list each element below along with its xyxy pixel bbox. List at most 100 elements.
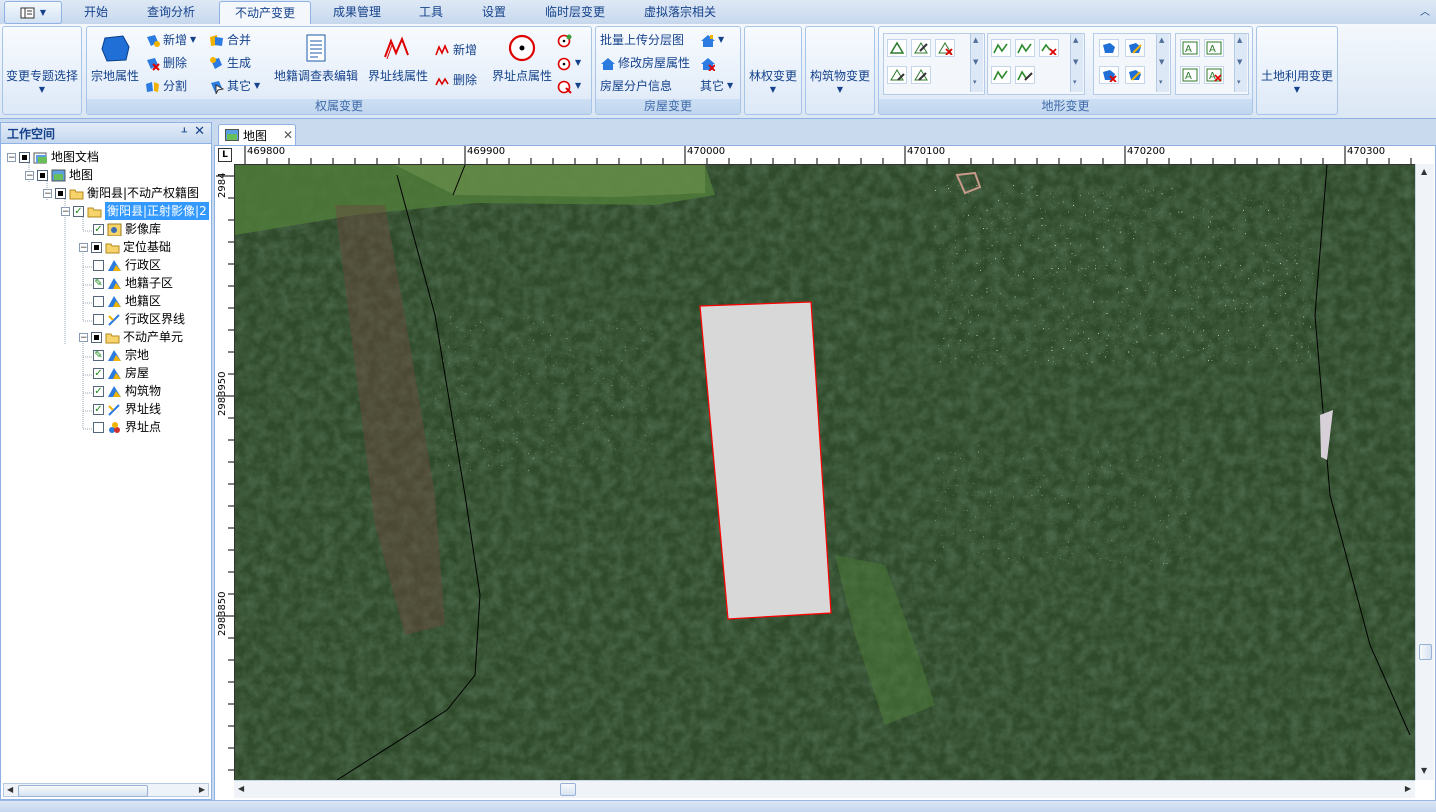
scroll-right-icon[interactable]: ▶	[199, 785, 205, 794]
tree-node-cadastral-subzone[interactable]: ✎ 地籍子区	[93, 274, 173, 292]
house-split-info-button[interactable]: 房屋分户信息	[600, 77, 672, 95]
terrain-point-delete-icon[interactable]	[935, 39, 955, 57]
doc-tab-map[interactable]: 地图 ✕	[218, 124, 296, 145]
tree-node-admin-region[interactable]: 行政区	[93, 256, 161, 274]
collapse-toggle[interactable]: −	[25, 170, 34, 180]
scroll-down-icon[interactable]: ▼	[1421, 766, 1427, 775]
workspace-horizontal-scrollbar[interactable]: ◀ ▶	[3, 783, 209, 797]
scroll-up-icon[interactable]: ▲	[1421, 167, 1427, 176]
tree-checkbox[interactable]	[91, 331, 102, 343]
tree-node-map-document[interactable]: − 地图文档	[7, 148, 99, 166]
tree-node-house[interactable]: ✓ 房屋	[93, 364, 149, 382]
terrain-line-split-icon[interactable]	[991, 66, 1011, 84]
tree-node-cadastral-map[interactable]: − 衡阳县|不动产权籍图	[43, 184, 199, 202]
point-tool-2-button[interactable]: ▼	[557, 54, 581, 72]
forest-change-button[interactable]: 林权变更 ▼	[745, 69, 801, 97]
parcel-split-button[interactable]: 分割	[145, 77, 187, 95]
tree-node-orthophoto[interactable]: − ✓ 衡阳县|正射影像|2	[61, 202, 209, 220]
tree-checkbox[interactable]: ✓	[93, 403, 104, 415]
tree-checkbox[interactable]	[93, 313, 104, 325]
tree-checkbox[interactable]	[37, 169, 48, 181]
land-use-change-button[interactable]: 土地利用变更 ▼	[1257, 69, 1337, 97]
pin-icon[interactable]: ᚆ	[182, 125, 187, 138]
collapse-toggle[interactable]: −	[7, 152, 16, 162]
tree-checkbox[interactable]: ✓	[73, 205, 84, 217]
scroll-left-icon[interactable]: ◀	[238, 784, 244, 793]
survey-table-button[interactable]: 地籍调查表编辑	[273, 33, 359, 83]
ribbon-collapse-icon[interactable]: ︿	[1420, 3, 1430, 18]
tab-start[interactable]: 开始	[70, 1, 122, 23]
parcel-add-button[interactable]: 新增 ▼	[145, 31, 196, 49]
terrain-area-attr-icon[interactable]	[1125, 66, 1145, 84]
gallery-scroll[interactable]: ▲ ▼ ▾	[1156, 34, 1169, 92]
scroll-left-icon[interactable]: ◀	[7, 785, 13, 794]
close-icon[interactable]: ✕	[283, 128, 293, 142]
gallery-scroll[interactable]: ▲ ▼ ▾	[1234, 34, 1247, 92]
annotation-edit-icon[interactable]: A	[1204, 39, 1224, 57]
tree-checkbox[interactable]	[93, 295, 104, 307]
tree-checkbox[interactable]	[19, 151, 30, 163]
tab-tools[interactable]: 工具	[405, 1, 457, 23]
tree-node-boundary-line[interactable]: ✓ 界址线	[93, 400, 161, 418]
tab-results[interactable]: 成果管理	[318, 1, 396, 23]
scroll-thumb[interactable]	[1419, 644, 1432, 660]
map-horizontal-scrollbar[interactable]: ◀ ▶	[234, 780, 1415, 798]
terrain-point-move-icon[interactable]	[911, 66, 931, 84]
tree-checkbox[interactable]	[93, 259, 104, 271]
tree-node-admin-boundary[interactable]: 行政区界线	[93, 310, 185, 328]
house-tool-button[interactable]: ▼	[700, 31, 724, 49]
tree-checkbox[interactable]: ✓	[93, 385, 104, 397]
terrain-point-add-icon[interactable]	[887, 39, 907, 57]
tab-query-analysis[interactable]: 查询分析	[132, 1, 210, 23]
collapse-toggle[interactable]: −	[43, 188, 52, 198]
tab-temp-layer[interactable]: 临时层变更	[530, 1, 620, 23]
collapse-toggle[interactable]: −	[79, 242, 88, 252]
close-icon[interactable]: ✕	[194, 124, 205, 139]
parcel-other-button[interactable]: 其它 ▼	[209, 77, 260, 95]
tree-checkbox[interactable]	[93, 421, 104, 433]
parcel-delete-button[interactable]: 删除	[145, 54, 187, 72]
app-menu-button[interactable]: ▼	[4, 1, 62, 24]
orthophoto-imagery[interactable]	[235, 165, 1415, 780]
tab-realestate-change[interactable]: 不动产变更	[219, 1, 311, 25]
annotation-attr-icon[interactable]: A	[1180, 66, 1200, 84]
tree-node-positioning-base[interactable]: − 定位基础	[79, 238, 171, 256]
point-tool-1-button[interactable]	[557, 31, 572, 49]
terrain-area-add-icon[interactable]	[1099, 39, 1119, 57]
tree-node-parcel[interactable]: ✎ 宗地	[93, 346, 149, 364]
terrain-line-delete-icon[interactable]	[1039, 39, 1059, 57]
line-add-button[interactable]: 新增	[435, 41, 477, 59]
tree-checkbox[interactable]: ✎	[93, 277, 104, 289]
map-vertical-scrollbar[interactable]: ▲ ▼	[1415, 164, 1434, 780]
tree-checkbox[interactable]: ✓	[93, 223, 104, 235]
annotation-add-icon[interactable]: A	[1180, 39, 1200, 57]
boundary-line-attr-button[interactable]: 界址线属性	[365, 33, 431, 83]
collapse-toggle[interactable]: −	[61, 206, 70, 216]
terrain-point-attr-icon[interactable]	[887, 66, 907, 84]
tab-settings[interactable]: 设置	[466, 1, 522, 23]
tree-node-realestate-unit[interactable]: − 不动产单元	[79, 328, 183, 346]
scroll-thumb[interactable]	[18, 785, 148, 797]
tree-checkbox[interactable]: ✎	[93, 349, 104, 361]
terrain-line-add-icon[interactable]	[991, 39, 1011, 57]
gallery-scroll[interactable]: ▲ ▼ ▾	[1070, 34, 1083, 92]
batch-upload-button[interactable]: 批量上传分层图	[600, 31, 684, 49]
house-delete-button[interactable]	[700, 54, 715, 72]
map-canvas[interactable]	[235, 165, 1415, 780]
gallery-scroll[interactable]: ▲ ▼ ▾	[970, 34, 983, 92]
tree-node-map[interactable]: − 地图	[25, 166, 93, 184]
tree-checkbox[interactable]	[91, 241, 102, 253]
tree-checkbox[interactable]: ✓	[93, 367, 104, 379]
parcel-generate-button[interactable]: 生成	[209, 54, 251, 72]
boundary-point-attr-button[interactable]: 界址点属性	[489, 33, 555, 83]
parcel-merge-button[interactable]: 合并	[209, 31, 251, 49]
terrain-line-edit-icon[interactable]	[1015, 39, 1035, 57]
terrain-area-edit-icon[interactable]	[1125, 39, 1145, 57]
collapse-toggle[interactable]: −	[79, 332, 88, 342]
line-delete-button[interactable]: 删除	[435, 71, 477, 89]
annotation-delete-icon[interactable]: A	[1204, 66, 1224, 84]
structure-change-button[interactable]: 构筑物变更 ▼	[806, 69, 874, 97]
ruler-unit-button[interactable]: L	[218, 148, 232, 162]
point-tool-3-button[interactable]: ▼	[557, 77, 581, 95]
tree-node-cadastral-zone[interactable]: 地籍区	[93, 292, 161, 310]
